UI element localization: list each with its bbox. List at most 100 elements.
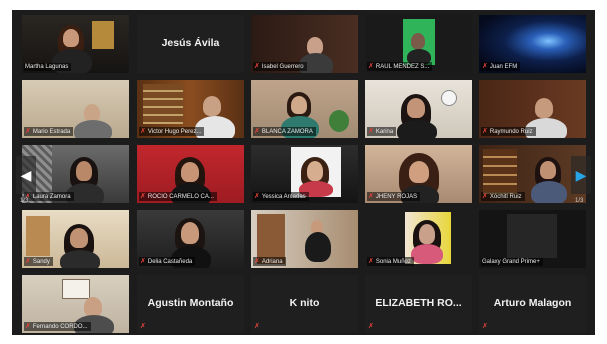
participant-tile[interactable]: ✗ JHENY ROJAS: [365, 145, 472, 203]
name-label: Martha Lagunas: [24, 63, 72, 71]
name-label: ✗ RAUL MENDEZ S...: [367, 62, 433, 71]
muted-microphone-icon: ✗: [140, 323, 146, 330]
participant-face: [181, 162, 199, 182]
participant-face: [535, 98, 553, 118]
participant-name-placeholder: Agustin Montaño: [147, 297, 234, 309]
page-indicator-right: 1/3: [575, 198, 584, 204]
participant-face: [407, 98, 425, 118]
muted-microphone-icon: ✗: [368, 193, 374, 200]
participant-tile[interactable]: ✗ Juan EFM: [479, 15, 586, 73]
name-label: ✗ Yessica Arcadas: [253, 192, 309, 201]
name-label: Galaxy Grand Prime+: [481, 258, 543, 266]
next-page-button[interactable]: ▶: [571, 156, 591, 194]
participant-tile[interactable]: ELIZABETH RO... ✗: [365, 275, 472, 333]
participant-tile[interactable]: ✗ Xóchitl Ruiz: [479, 145, 586, 203]
participant-tile[interactable]: ✗ Delia Castañeda: [137, 210, 244, 268]
participant-face: [181, 222, 199, 244]
muted-microphone-icon: ✗: [254, 63, 260, 70]
participant-tile[interactable]: ✗ Fernando CORDO...: [22, 275, 129, 333]
participant-tile[interactable]: Martha Lagunas: [22, 15, 129, 73]
name-label: ✗ Fernando CORDO...: [24, 322, 91, 331]
muted-microphone-icon: ✗: [25, 323, 31, 330]
wall-clock: [441, 90, 457, 106]
participant-tile[interactable]: Arturo Malagon ✗: [479, 275, 586, 333]
muted-microphone-icon: ✗: [140, 128, 146, 135]
participant-body: [531, 181, 567, 203]
participant-face: [70, 228, 88, 248]
participant-tile[interactable]: Agustin Montaño ✗: [137, 275, 244, 333]
participant-tile[interactable]: Galaxy Grand Prime+: [479, 210, 586, 268]
plant: [329, 110, 349, 132]
bookshelf: [483, 149, 517, 195]
bookshelf: [143, 84, 183, 124]
participant-tile[interactable]: K nito ✗: [251, 275, 358, 333]
cabinet: [26, 216, 50, 256]
participant-name-placeholder: Jesús Ávila: [161, 37, 220, 49]
participant-name-placeholder: Arturo Malagon: [493, 297, 572, 309]
participant-body: [74, 120, 112, 138]
name-label: ✗ Xóchitl Ruiz: [481, 192, 525, 201]
name-label: ✗ Karina: [367, 127, 397, 136]
picture-frame: [62, 279, 90, 299]
participant-body: [305, 232, 331, 262]
muted-microphone-icon: ✗: [254, 193, 260, 200]
name-label: ✗: [367, 322, 377, 331]
participant-tile[interactable]: ✗ ROCIO CARMELO CA...: [137, 145, 244, 203]
participant-tile[interactable]: ✗ Karina: [365, 80, 472, 138]
muted-microphone-icon: ✗: [368, 128, 374, 135]
name-label: ✗ Isabel Guerrero: [253, 62, 307, 71]
page-indicator-left: 1/3: [20, 198, 29, 204]
muted-microphone-icon: ✗: [254, 258, 260, 265]
muted-microphone-icon: ✗: [368, 258, 374, 265]
muted-microphone-icon: ✗: [482, 193, 488, 200]
participant-tile[interactable]: ✗ Victor Hugo Perez...: [137, 80, 244, 138]
muted-microphone-icon: ✗: [482, 63, 488, 70]
muted-microphone-icon: ✗: [25, 128, 31, 135]
participant-face: [411, 33, 425, 49]
participant-tile[interactable]: ✗ Laura Zamora: [22, 145, 129, 203]
participant-face: [84, 297, 102, 317]
name-label: ✗: [253, 322, 263, 331]
participant-body: [397, 120, 437, 138]
participant-tile[interactable]: ✗ Adriana: [251, 210, 358, 268]
participant-tile[interactable]: ✗ Raymundo Ruiz: [479, 80, 586, 138]
name-label: ✗ Sonia Muñoz: [367, 257, 414, 266]
participant-face: [419, 224, 435, 244]
name-label: ✗ Delia Castañeda: [139, 257, 196, 266]
name-label: ✗ JHENY ROJAS: [367, 192, 421, 201]
name-label: ✗ BLANCA ZAMORA: [253, 127, 316, 136]
participant-tile[interactable]: ✗ Sandy: [22, 210, 129, 268]
name-label: ✗ Adriana: [253, 257, 286, 266]
participant-face: [291, 96, 307, 114]
participant-face: [76, 161, 92, 181]
muted-microphone-icon: ✗: [25, 258, 31, 265]
muted-microphone-icon: ✗: [140, 258, 146, 265]
participant-face: [409, 161, 429, 183]
participant-tile[interactable]: ✗ Mario Estrada: [22, 80, 129, 138]
name-label: ✗ Juan EFM: [481, 62, 521, 71]
chevron-left-icon: ◀: [20, 166, 32, 183]
participant-tile[interactable]: ✗ Isabel Guerrero: [251, 15, 358, 73]
name-label: ✗ Sandy: [24, 257, 53, 266]
name-label: ✗: [139, 322, 149, 331]
name-label: ✗ Victor Hugo Perez...: [139, 127, 205, 136]
participant-body: [60, 250, 100, 268]
participant-tile[interactable]: ✗ RAUL MENDEZ S...: [365, 15, 472, 73]
participant-face: [203, 96, 221, 116]
name-label: ✗ ROCIO CARMELO CA...: [139, 192, 217, 201]
muted-microphone-icon: ✗: [254, 323, 260, 330]
participant-tile[interactable]: ✗ BLANCA ZAMORA: [251, 80, 358, 138]
previous-page-button[interactable]: ◀: [16, 156, 36, 194]
participant-name-placeholder: ELIZABETH RO...: [375, 297, 462, 309]
muted-microphone-icon: ✗: [482, 128, 488, 135]
participant-tile[interactable]: ✗ Yessica Arcadas: [251, 145, 358, 203]
name-label: ✗: [481, 322, 491, 331]
chevron-right-icon: ▶: [575, 166, 587, 183]
participant-body: [411, 244, 443, 264]
name-label: ✗ Raymundo Ruiz: [481, 127, 536, 136]
participant-face: [307, 161, 323, 181]
participant-tile[interactable]: ✗ Sonia Muñoz: [365, 210, 472, 268]
participant-tile[interactable]: Jesús Ávila: [137, 15, 244, 73]
muted-microphone-icon: ✗: [254, 128, 260, 135]
muted-microphone-icon: ✗: [140, 193, 146, 200]
